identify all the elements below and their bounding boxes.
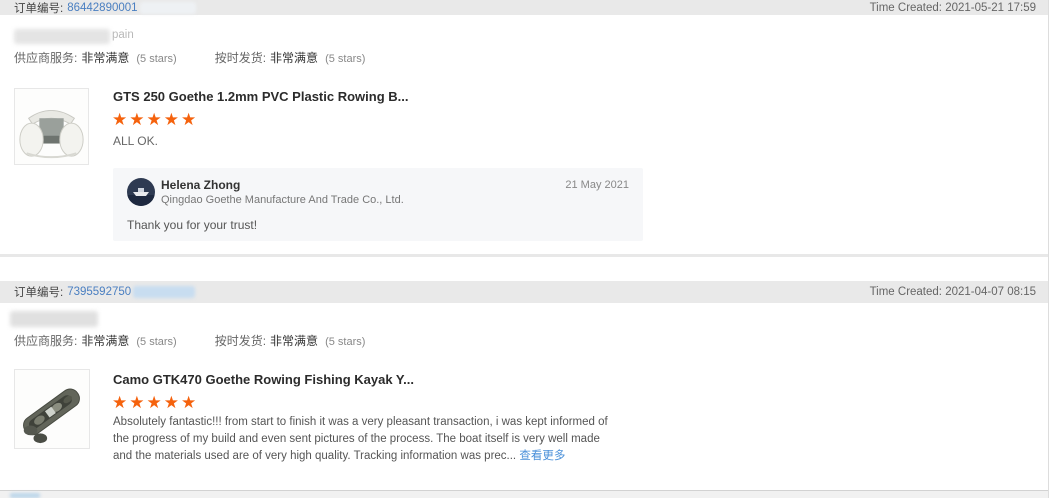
on-time-delivery-label: 按时发货: <box>215 49 266 66</box>
product-title[interactable]: Camo GTK470 Goethe Rowing Fishing Kayak … <box>113 372 414 387</box>
order-number-link[interactable]: 86442890001 <box>67 2 137 14</box>
review-list-page: 订单编号: 86442890001 Time Created: 2021-05-… <box>0 0 1060 498</box>
order-header-bar: 订单编号: 7395592750 Time Created: 2021-04-0… <box>0 281 1048 303</box>
supplier-ratings-row: 供应商服务: 非常满意 (5 stars) 按时发货: 非常满意 (5 star… <box>14 332 365 349</box>
time-created: Time Created: 2021-04-07 08:15 <box>870 286 1036 298</box>
review-star-rating: ★★★★★ <box>112 111 198 128</box>
order-number-label: 订单编号: <box>14 0 63 16</box>
buyer-name-blur <box>14 29 110 44</box>
review-star-rating: ★★★★★ <box>112 394 198 411</box>
reply-message: Thank you for your trust! <box>127 218 257 232</box>
panel-right-border <box>1048 0 1049 498</box>
order-number-row: 订单编号: 86442890001 <box>14 0 196 16</box>
supplier-ratings-row: 供应商服务: 非常满意 (5 stars) 按时发货: 非常满意 (5 star… <box>14 49 365 66</box>
reply-author-name: Helena Zhong <box>161 178 240 192</box>
on-time-delivery-group: 按时发货: 非常满意 (5 stars) <box>215 332 366 349</box>
order-number-link[interactable]: 7395592750 <box>67 286 131 298</box>
buyer-name-blur <box>10 311 98 327</box>
avatar-boat-photo <box>127 178 155 206</box>
order-number-label: 订单编号: <box>14 284 63 300</box>
supplier-service-label: 供应商服务: <box>14 49 77 66</box>
buyer-name-suffix: pain <box>112 29 134 41</box>
on-time-delivery-value: 非常满意 <box>270 332 318 349</box>
supplier-reply-box: Helena Zhong Qingdao Goethe Manufacture … <box>113 168 643 241</box>
product-thumbnail-boat[interactable] <box>14 88 89 165</box>
on-time-delivery-stars-note: (5 stars) <box>325 53 365 65</box>
supplier-service-value: 非常满意 <box>81 332 129 349</box>
order-number-blur <box>133 286 195 298</box>
supplier-service-label: 供应商服务: <box>14 332 77 349</box>
on-time-delivery-value: 非常满意 <box>270 49 318 66</box>
order-header-bar: 订单编号: 86442890001 Time Created: 2021-05-… <box>0 0 1048 15</box>
order-number-row: 订单编号: 7395592750 <box>14 284 195 300</box>
reply-author-company: Qingdao Goethe Manufacture And Trade Co.… <box>161 194 404 206</box>
on-time-delivery-stars-note: (5 stars) <box>325 336 365 348</box>
camo-kayak-image <box>15 370 89 448</box>
on-time-delivery-label: 按时发货: <box>215 332 266 349</box>
section-divider <box>0 254 1048 257</box>
supplier-service-value: 非常满意 <box>81 49 129 66</box>
supplier-service-stars-note: (5 stars) <box>136 53 176 65</box>
reply-date: 21 May 2021 <box>565 179 629 191</box>
supplier-avatar <box>127 178 155 206</box>
next-order-bar-cutoff <box>0 490 1048 498</box>
on-time-delivery-group: 按时发货: 非常满意 (5 stars) <box>215 49 366 66</box>
product-title[interactable]: GTS 250 Goethe 1.2mm PVC Plastic Rowing … <box>113 89 408 104</box>
inflatable-dinghy-image <box>15 89 88 164</box>
next-order-number-blur <box>10 493 40 498</box>
product-thumbnail-kayak[interactable] <box>14 369 90 449</box>
order-number-blur <box>140 2 196 14</box>
supplier-service-stars-note: (5 stars) <box>136 336 176 348</box>
review-text: ALL OK. <box>113 134 158 148</box>
review-text-block: Absolutely fantastic!!! from start to fi… <box>113 414 615 465</box>
time-created: Time Created: 2021-05-21 17:59 <box>870 2 1036 14</box>
see-more-link[interactable]: 查看更多 <box>519 450 565 462</box>
